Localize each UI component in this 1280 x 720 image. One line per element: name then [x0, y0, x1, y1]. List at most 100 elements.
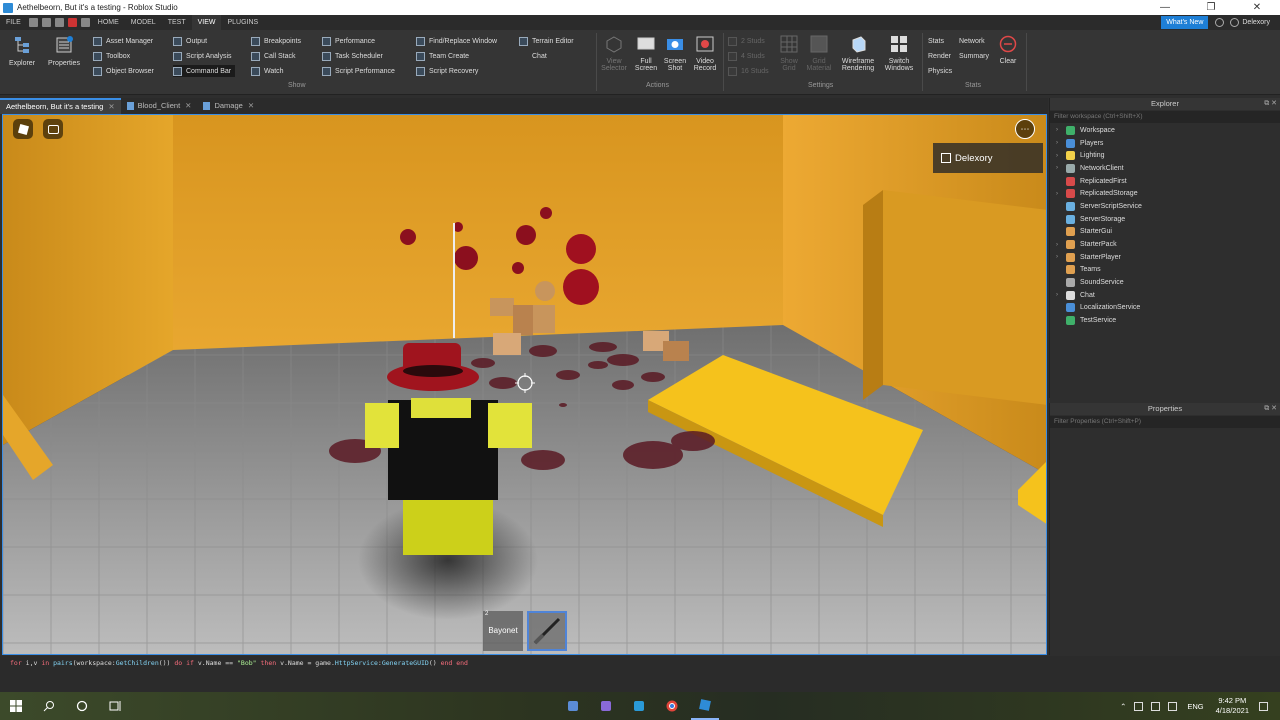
properties-filter-input[interactable]: Filter Properties (Ctrl+Shift+P): [1050, 416, 1280, 428]
explorer-item[interactable]: › StarterPlayer: [1050, 251, 1280, 264]
explorer-item[interactable]: › ReplicatedStorage: [1050, 187, 1280, 200]
full-screen-button[interactable]: Full Screen: [631, 35, 661, 72]
grid-material-button[interactable]: Grid Material: [803, 35, 835, 72]
expand-arrow-icon[interactable]: ›: [1056, 292, 1066, 298]
cortana-button[interactable]: [68, 692, 96, 720]
watch-button[interactable]: Watch: [251, 65, 284, 77]
roblox-menu-button[interactable]: [13, 119, 33, 139]
toolbox-button[interactable]: Toolbox: [93, 50, 130, 62]
explorer-item[interactable]: › Chat: [1050, 289, 1280, 302]
expand-arrow-icon[interactable]: ›: [1056, 153, 1066, 159]
explorer-item[interactable]: › StarterPack: [1050, 238, 1280, 251]
explorer-item[interactable]: StarterGui: [1050, 226, 1280, 239]
menu-model[interactable]: MODEL: [125, 15, 162, 30]
more-options-button[interactable]: ⋯: [1015, 119, 1035, 139]
expand-arrow-icon[interactable]: ›: [1056, 254, 1066, 260]
explorer-item[interactable]: › Workspace: [1050, 124, 1280, 137]
explorer-item[interactable]: › NetworkClient: [1050, 162, 1280, 175]
whats-new-button[interactable]: What's New: [1161, 16, 1209, 29]
physics-button[interactable]: Physics: [928, 65, 952, 77]
studs-16-option[interactable]: 16 Studs: [728, 65, 769, 77]
search-button[interactable]: [35, 692, 63, 720]
expand-arrow-icon[interactable]: ›: [1056, 127, 1066, 133]
studs-2-option[interactable]: 2 Studs: [728, 35, 765, 47]
panel-controls[interactable]: ⧉ ✕: [1264, 403, 1277, 415]
panel-controls[interactable]: ⧉ ✕: [1264, 98, 1277, 110]
minimize-button[interactable]: —: [1142, 2, 1188, 13]
script-analysis-button[interactable]: Script Analysis: [173, 50, 232, 62]
volume-icon[interactable]: [1168, 701, 1178, 711]
microphone-icon[interactable]: [1134, 701, 1144, 711]
expand-arrow-icon[interactable]: ›: [1056, 242, 1066, 248]
studs-4-option[interactable]: 4 Studs: [728, 50, 765, 62]
hotbar-slot-equipped[interactable]: [527, 611, 567, 651]
task-view-button[interactable]: [101, 692, 129, 720]
menu-view[interactable]: VIEW: [191, 15, 222, 30]
help-icon[interactable]: [1215, 18, 1225, 27]
undo-icon[interactable]: [80, 18, 90, 27]
find-replace-button[interactable]: Find/Replace Window: [416, 35, 497, 47]
language-indicator[interactable]: ENG: [1187, 702, 1203, 711]
expand-arrow-icon[interactable]: ›: [1056, 191, 1066, 197]
explorer-item[interactable]: SoundService: [1050, 276, 1280, 289]
expand-arrow-icon[interactable]: ›: [1056, 165, 1066, 171]
explorer-item[interactable]: › Lighting: [1050, 149, 1280, 162]
open-icon[interactable]: [41, 18, 51, 27]
explorer-filter-input[interactable]: Filter workspace (Ctrl+Shift+X): [1050, 111, 1280, 123]
notifications-icon[interactable]: [1259, 701, 1268, 711]
team-create-button[interactable]: Team Create: [416, 50, 469, 62]
share-icon[interactable]: [1230, 18, 1240, 27]
player-list-entry[interactable]: Delexory: [933, 143, 1043, 173]
asset-manager-button[interactable]: Asset Manager: [93, 35, 153, 47]
menu-file[interactable]: FILE: [0, 15, 27, 30]
stats-button[interactable]: Stats: [928, 35, 944, 47]
explorer-item[interactable]: ReplicatedFirst: [1050, 175, 1280, 188]
show-grid-button[interactable]: Show Grid: [775, 35, 803, 72]
hotbar-slot-bayonet[interactable]: 2 Bayonet: [483, 611, 523, 651]
close-tab-icon[interactable]: ✕: [185, 98, 191, 114]
taskbar-app-2[interactable]: [592, 692, 620, 720]
menu-home[interactable]: HOME: [92, 15, 125, 30]
explorer-item[interactable]: ServerScriptService: [1050, 200, 1280, 213]
clock[interactable]: 9:42 PM 4/18/2021: [1216, 696, 1249, 716]
video-record-button[interactable]: Video Record: [690, 35, 720, 72]
properties-button[interactable]: Properties: [44, 35, 84, 67]
close-tab-icon[interactable]: ✕: [108, 99, 114, 115]
menu-test[interactable]: TEST: [162, 15, 192, 30]
taskbar-app-3[interactable]: [625, 692, 653, 720]
explorer-item[interactable]: ServerStorage: [1050, 213, 1280, 226]
explorer-item[interactable]: › Players: [1050, 137, 1280, 150]
switch-windows-button[interactable]: Switch Windows: [880, 35, 918, 72]
breakpoints-button[interactable]: Breakpoints: [251, 35, 301, 47]
command-bar-input[interactable]: for i,v in pairs(workspace:GetChildren()…: [0, 656, 1280, 670]
close-button[interactable]: ✕: [1234, 2, 1280, 13]
taskbar-app-1[interactable]: [559, 692, 587, 720]
command-bar-button[interactable]: Command Bar: [173, 65, 236, 77]
taskbar-roblox-studio[interactable]: [691, 692, 719, 720]
explorer-item[interactable]: LocalizationService: [1050, 302, 1280, 315]
tab-place[interactable]: Aethelbeorn, But it's a testing ✕: [0, 98, 121, 114]
tab-damage[interactable]: Damage ✕: [197, 98, 260, 114]
network-icon[interactable]: [1151, 701, 1161, 711]
stop-icon[interactable]: [67, 18, 77, 27]
view-selector-button[interactable]: View Selector: [599, 35, 629, 72]
explorer-item[interactable]: Teams: [1050, 264, 1280, 277]
expand-arrow-icon[interactable]: ›: [1056, 140, 1066, 146]
wireframe-rendering-button[interactable]: Wireframe Rendering: [836, 35, 880, 72]
start-button[interactable]: [2, 692, 30, 720]
username[interactable]: Delexory: [1242, 19, 1270, 26]
terrain-editor-button[interactable]: Terrain Editor: [519, 35, 574, 47]
game-viewport[interactable]: ⋯ Delexory 2 Bayonet: [2, 114, 1047, 655]
save-icon[interactable]: [54, 18, 64, 27]
taskbar-chrome[interactable]: [658, 692, 686, 720]
script-performance-button[interactable]: Script Performance: [322, 65, 395, 77]
task-scheduler-button[interactable]: Task Scheduler: [322, 50, 383, 62]
explorer-button[interactable]: Explorer: [5, 35, 39, 67]
menu-plugins[interactable]: PLUGINS: [221, 15, 264, 30]
explorer-item[interactable]: TestService: [1050, 314, 1280, 327]
object-browser-button[interactable]: Object Browser: [93, 65, 154, 77]
tab-blood-client[interactable]: Blood_Client ✕: [121, 98, 198, 114]
summary-button[interactable]: Summary: [959, 50, 989, 62]
maximize-button[interactable]: ❐: [1188, 2, 1234, 13]
chat-toggle-button[interactable]: Chat: [519, 50, 547, 62]
